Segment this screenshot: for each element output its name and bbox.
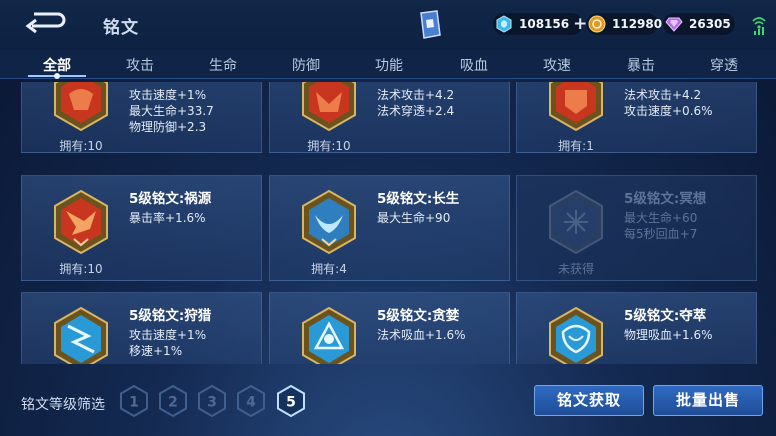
top-bar: 铭文 108156 + 112980 26305 bbox=[0, 0, 776, 50]
tab-health[interactable]: 生命 bbox=[209, 55, 237, 75]
rune-name: 5级铭文:夺萃 bbox=[624, 308, 707, 324]
rune-attribute: 法术攻击+4.2 bbox=[377, 88, 455, 102]
locked-rune-icon bbox=[549, 189, 603, 255]
owned-count: 拥有:10 bbox=[59, 262, 103, 276]
rune-attribute: 法术穿透+2.4 bbox=[377, 104, 455, 118]
tab-utility[interactable]: 功能 bbox=[375, 55, 403, 75]
diamond-coupon-icon bbox=[496, 15, 512, 33]
purple-gem-icon bbox=[665, 17, 683, 32]
rune-attribute: 攻击速度+0.6% bbox=[624, 104, 713, 118]
rune-name: 5级铭文:长生 bbox=[377, 191, 460, 207]
page-title: 铭文 bbox=[103, 18, 139, 38]
rune-attribute: 暴击率+1.6% bbox=[129, 211, 206, 225]
level-filter-5-selected[interactable]: 5 bbox=[276, 385, 306, 417]
not-obtained-label: 未获得 bbox=[557, 262, 594, 276]
tab-defense[interactable]: 防御 bbox=[292, 55, 320, 75]
rune-grid[interactable]: 攻击速度+1% 最大生命+33.7 物理防御+2.3 拥有:10 法术攻击+4.… bbox=[0, 82, 776, 364]
svg-text:5: 5 bbox=[286, 395, 296, 411]
back-arrow-icon[interactable] bbox=[24, 10, 66, 34]
purple-gem-balance: 26305 bbox=[663, 13, 735, 35]
rune-card-locked[interactable]: 5级铭文:冥想 最大生命+60 每5秒回血+7 未获得 bbox=[516, 175, 757, 281]
rune-card[interactable]: 法术攻击+4.2 法术穿透+2.4 拥有:10 bbox=[269, 82, 510, 153]
purple-gem-value: 26305 bbox=[689, 17, 731, 31]
rune-name: 5级铭文:冥想 bbox=[624, 191, 707, 207]
blue-rune-icon bbox=[302, 306, 356, 364]
rune-attribute: 最大生命+60 bbox=[624, 211, 698, 225]
rune-card[interactable]: 法术攻击+4.2 攻击速度+0.6% 拥有:1 bbox=[516, 82, 757, 153]
rune-attribute: 攻击速度+1% bbox=[129, 88, 207, 102]
rune-name: 5级铭文:贪婪 bbox=[377, 308, 460, 324]
rune-attribute: 每5秒回血+7 bbox=[624, 227, 698, 241]
level-filter-3[interactable]: 3 bbox=[197, 385, 227, 417]
tab-attack-speed[interactable]: 攻速 bbox=[543, 55, 571, 75]
red-rune-icon bbox=[54, 189, 108, 255]
wifi-status-icon bbox=[752, 17, 766, 35]
red-rune-icon bbox=[54, 82, 108, 132]
rune-card[interactable]: 攻击速度+1% 最大生命+33.7 物理防御+2.3 拥有:10 bbox=[21, 82, 262, 153]
rune-acquire-button[interactable]: 铭文获取 bbox=[534, 385, 644, 416]
blue-rune-icon bbox=[54, 306, 108, 364]
gold-coin-icon bbox=[588, 15, 606, 33]
tab-attack[interactable]: 攻击 bbox=[126, 55, 154, 75]
level-filter-label: 铭文等级筛选 bbox=[21, 397, 105, 413]
rune-attribute: 物理防御+2.3 bbox=[129, 120, 207, 134]
level-filter-1[interactable]: 1 bbox=[119, 385, 149, 417]
rune-name: 5级铭文:祸源 bbox=[129, 191, 212, 207]
rune-attribute: 移速+1% bbox=[129, 344, 183, 358]
red-rune-icon bbox=[302, 82, 356, 132]
diamond-coupon-balance: 108156 + bbox=[493, 13, 587, 35]
rune-attribute: 最大生命+90 bbox=[377, 211, 451, 225]
red-rune-icon bbox=[549, 82, 603, 132]
rune-attribute: 攻击速度+1% bbox=[129, 328, 207, 342]
svg-text:2: 2 bbox=[168, 395, 178, 411]
gold-coin-balance: 112980 bbox=[586, 13, 662, 35]
rune-card[interactable]: 5级铭文:夺萃 物理吸血+1.6% bbox=[516, 292, 757, 364]
tab-penetration[interactable]: 穿透 bbox=[710, 55, 738, 75]
tab-lifesteal[interactable]: 吸血 bbox=[460, 55, 488, 75]
owned-count: 拥有:10 bbox=[307, 139, 351, 153]
rune-attribute: 物理吸血+1.6% bbox=[624, 328, 713, 342]
diamond-coupon-value: 108156 bbox=[519, 17, 570, 31]
owned-count: 拥有:4 bbox=[311, 262, 347, 276]
rune-book-icon[interactable] bbox=[418, 10, 442, 40]
svg-text:1: 1 bbox=[129, 395, 139, 411]
tab-critical[interactable]: 暴击 bbox=[627, 55, 655, 75]
blue-rune-icon bbox=[549, 306, 603, 364]
bottom-bar: 铭文等级筛选 1 2 3 4 5 铭文获取 批量出售 bbox=[0, 368, 776, 436]
rune-name: 5级铭文:狩猎 bbox=[129, 308, 212, 324]
rune-attribute: 最大生命+33.7 bbox=[129, 104, 214, 118]
svg-text:3: 3 bbox=[207, 395, 217, 411]
rune-card[interactable]: 5级铭文:狩猎 攻击速度+1% 移速+1% bbox=[21, 292, 262, 364]
rune-attribute: 法术吸血+1.6% bbox=[377, 328, 466, 342]
rune-card[interactable]: 5级铭文:祸源 暴击率+1.6% 拥有:10 bbox=[21, 175, 262, 281]
gold-coin-value: 112980 bbox=[612, 17, 663, 31]
owned-count: 拥有:10 bbox=[59, 139, 103, 153]
active-tab-dot bbox=[54, 73, 60, 79]
rune-attribute: 法术攻击+4.2 bbox=[624, 88, 702, 102]
blue-rune-icon bbox=[302, 189, 356, 255]
owned-count: 拥有:1 bbox=[558, 139, 594, 153]
bulk-sell-button[interactable]: 批量出售 bbox=[653, 385, 763, 416]
level-filter-4[interactable]: 4 bbox=[236, 385, 266, 417]
rune-card[interactable]: 5级铭文:长生 最大生命+90 拥有:4 bbox=[269, 175, 510, 281]
rune-card[interactable]: 5级铭文:贪婪 法术吸血+1.6% bbox=[269, 292, 510, 364]
svg-text:4: 4 bbox=[246, 395, 256, 411]
level-filter-2[interactable]: 2 bbox=[158, 385, 188, 417]
tab-all[interactable]: 全部 bbox=[43, 55, 71, 75]
category-tabs: 全部 攻击 生命 防御 功能 吸血 攻速 暴击 穿透 bbox=[0, 50, 776, 79]
